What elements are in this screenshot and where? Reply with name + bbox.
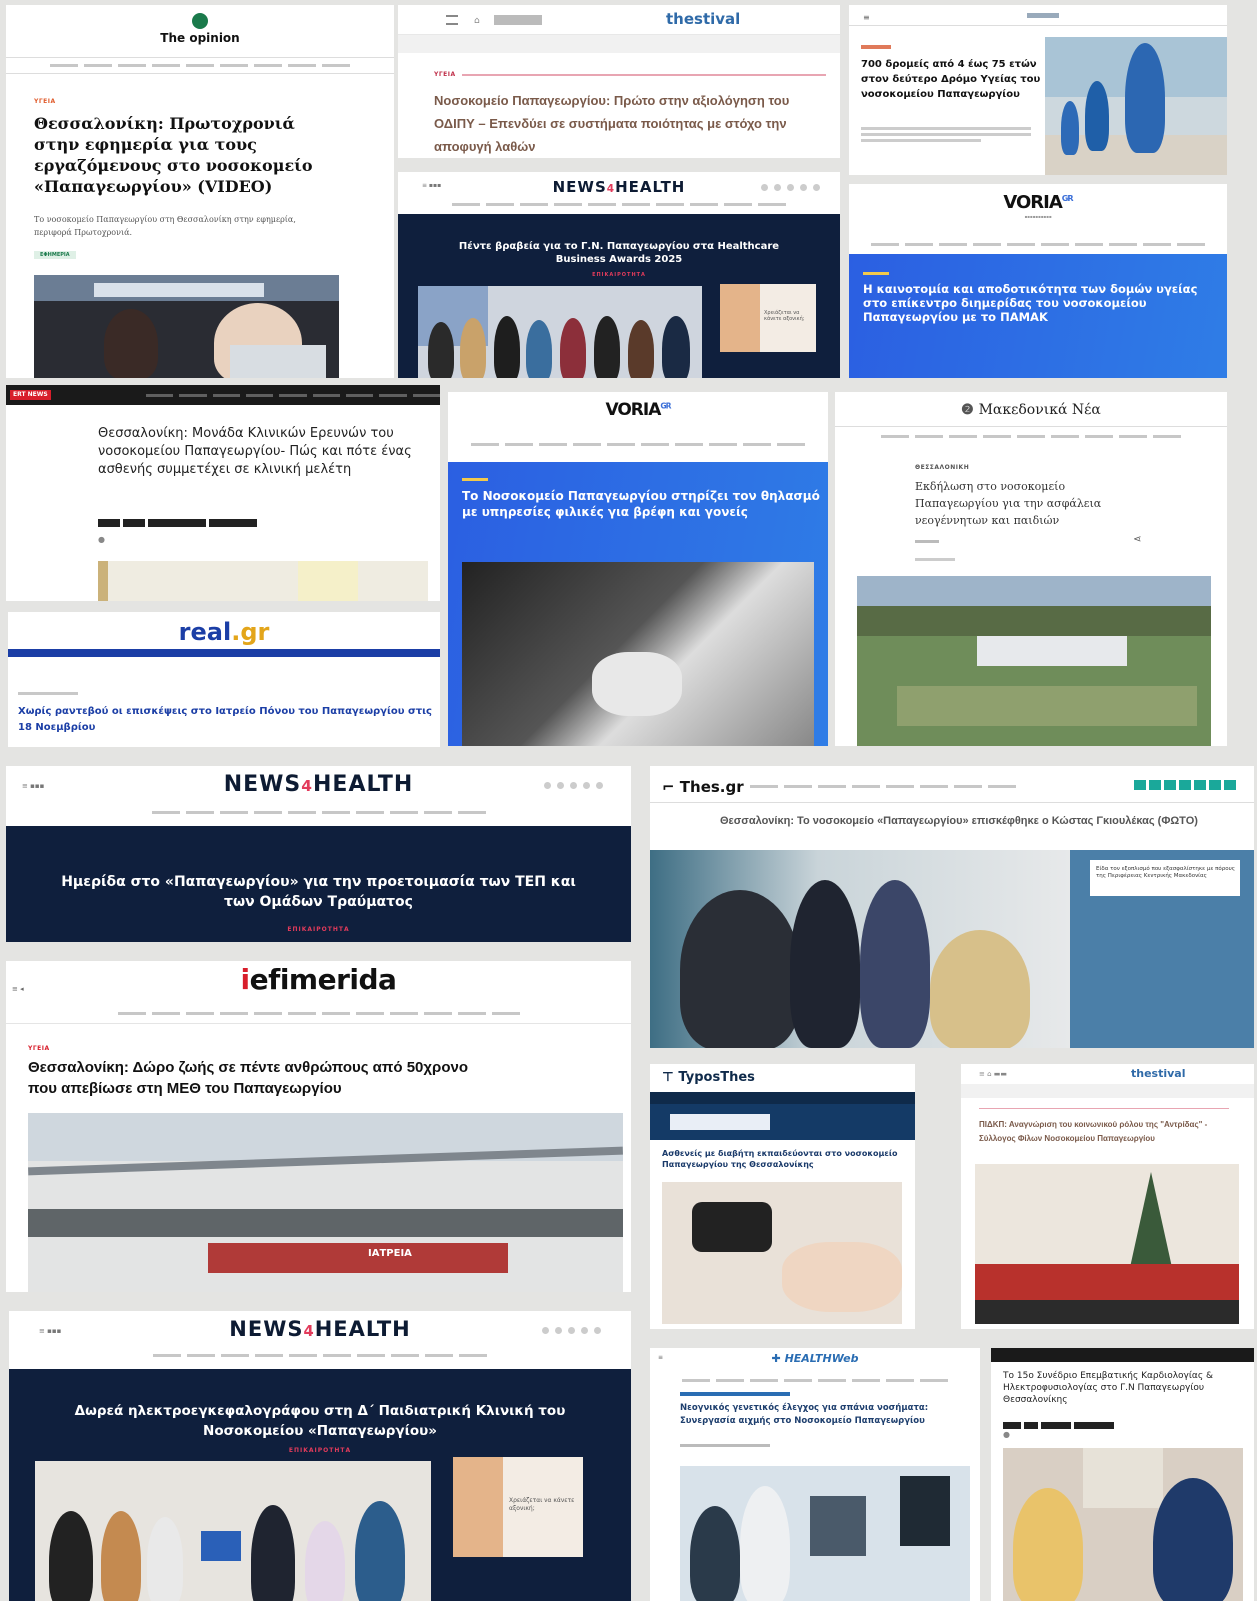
social-icons[interactable] bbox=[544, 782, 603, 789]
section-label: ΥΓΕΙΑ bbox=[28, 1045, 50, 1052]
caption: Είδα τον εξοπλισμό που εξασφαλίστηκε με … bbox=[1096, 866, 1236, 879]
thesgr-logo[interactable]: ⌐ Thes.gr bbox=[662, 778, 744, 796]
headline[interactable]: Η καινοτομία και αποδοτικότητα των δομών… bbox=[863, 282, 1219, 324]
iefimerida-logo[interactable]: iefimerida bbox=[6, 963, 631, 996]
news4health-logo[interactable]: NEWS4HEALTH bbox=[9, 1317, 631, 1341]
runners-card[interactable]: ≡ 700 δρομείς από 4 έως 75 ετών στον δεύ… bbox=[849, 5, 1227, 175]
social-icons[interactable] bbox=[542, 1327, 601, 1334]
headline[interactable]: Θεσσαλονίκη: Το νοσοκομείο «Παπαγεωργίου… bbox=[720, 814, 1240, 828]
tag-list[interactable] bbox=[98, 512, 260, 531]
headline[interactable]: Εκδήλωση στο νοσοκομείο Παπαγεωργίου για… bbox=[915, 478, 1145, 529]
tag-list[interactable] bbox=[1003, 1414, 1117, 1433]
voria-card-1[interactable]: VORIAGR ▪▪▪▪▪▪▪▪▪▪ Η καινοτομία και αποδ… bbox=[849, 184, 1227, 378]
awards-photo[interactable] bbox=[418, 286, 702, 378]
headline[interactable]: Θεσσαλονίκη: Πρωτοχρονιά στην εφημερία γ… bbox=[34, 113, 334, 197]
thestival-logo[interactable]: thestival bbox=[666, 10, 740, 28]
typosthes-logo-icon: ⊤ bbox=[662, 1070, 679, 1085]
theopinion-logo[interactable]: The opinion bbox=[6, 13, 394, 45]
hospital-entrance-photo[interactable]: ΙΑΤΡΕΙΑ bbox=[28, 1113, 623, 1292]
ad-banner[interactable]: Χρειάζεται να κάνετε αξονική; bbox=[453, 1457, 583, 1557]
headline[interactable]: Το 15ο Συνέδριο Επεμβατικής Καρδιολογίας… bbox=[1003, 1370, 1243, 1406]
headline[interactable]: Δωρεά ηλεκτροεγκεφαλογράφου στη Δ΄ Παιδι… bbox=[69, 1401, 571, 1441]
social-icons[interactable] bbox=[761, 184, 820, 191]
runners-photo[interactable] bbox=[1045, 37, 1227, 175]
healthweb-logo-icon: ✚ bbox=[771, 1352, 785, 1365]
headline[interactable]: Ημερίδα στο «Παπαγεωργίου» για την προετ… bbox=[46, 872, 591, 912]
breastfeeding-photo[interactable] bbox=[462, 562, 814, 746]
kicker: ΕΠΙΚΑΙΡΟΤΗΤΑ bbox=[288, 1447, 352, 1454]
news4health-card-3[interactable]: ≡ ▪▪▪ NEWS4HEALTH Δωρεά ηλεκτροεγκεφαλογ… bbox=[9, 1311, 631, 1601]
section-label: ΘΕΣΣΑΛΟΝΙΚΗ bbox=[915, 464, 970, 471]
realgr-logo[interactable]: real.gr bbox=[8, 618, 440, 646]
voria-logo[interactable]: VORIAGR bbox=[849, 192, 1227, 213]
menu-icon[interactable]: ≡ bbox=[863, 13, 870, 22]
headline[interactable]: Πέντε βραβεία για το Γ.Ν. Παπαγεωργίου σ… bbox=[438, 240, 800, 266]
news4health-card-2[interactable]: ≡ ▪▪▪ NEWS4HEALTH Ημερίδα στο «Παπαγεωργ… bbox=[6, 766, 631, 942]
visit-photo[interactable]: Είδα τον εξοπλισμό που εξασφαλίστηκε με … bbox=[650, 850, 1254, 1048]
summary: Το νοσοκομείο Παπαγεωργίου στη Θεσσαλονί… bbox=[34, 215, 296, 237]
social-icons[interactable] bbox=[1134, 780, 1236, 790]
typosthes-nav[interactable] bbox=[650, 1092, 915, 1104]
makedonika-card[interactable]: ❷ Μακεδονικά Νέα ΘΕΣΣΑΛΟΝΙΚΗ Εκδήλωση στ… bbox=[835, 392, 1227, 746]
realgr-nav[interactable] bbox=[8, 649, 440, 657]
glucose-meter-photo[interactable] bbox=[662, 1182, 902, 1324]
donation-photo[interactable] bbox=[35, 1461, 431, 1601]
author-icon: ● bbox=[98, 535, 105, 544]
hospital-aerial-photo[interactable] bbox=[857, 576, 1211, 746]
typosthes-card[interactable]: ⊤ TyposThes Ασθενείς με διαβήτη εκπαιδεύ… bbox=[650, 1064, 915, 1329]
clinic-photo[interactable] bbox=[98, 561, 428, 601]
kicker: ΕΠΙΚΑΙΡΟΤΗΤΑ bbox=[592, 272, 646, 278]
ertnews-card[interactable]: ERT NEWS Θεσσαλονίκη: Μονάδα Κλινικών Ερ… bbox=[6, 385, 440, 601]
cardio-congress-card[interactable]: Το 15ο Συνέδριο Επεμβατικής Καρδιολογίας… bbox=[991, 1348, 1254, 1601]
menu-icon[interactable] bbox=[446, 15, 458, 25]
realgr-card[interactable]: real.gr Χωρίς ραντεβού οι επισκέψεις στο… bbox=[8, 612, 440, 747]
video-still[interactable] bbox=[34, 275, 339, 378]
thesgr-card[interactable]: ⌐ Thes.gr Θεσσαλονίκη: Το νοσοκομείο «Πα… bbox=[650, 766, 1254, 1048]
headline[interactable]: Νοσοκομείο Παπαγεωργίου: Πρώτο στην αξιο… bbox=[434, 89, 814, 158]
headline[interactable]: 700 δρομείς από 4 έως 75 ετών στον δεύτε… bbox=[861, 57, 1041, 102]
makedonika-logo-icon: ❷ bbox=[961, 402, 979, 418]
news4health-logo[interactable]: NEWS4HEALTH bbox=[6, 772, 631, 797]
ad-banner[interactable]: Χρειάζεται να κάνετε αξονική; bbox=[720, 284, 816, 352]
site-nav[interactable] bbox=[991, 1348, 1254, 1362]
thestival-logo[interactable]: thestival bbox=[1131, 1067, 1186, 1080]
voria-logo[interactable]: VORIAGR bbox=[448, 400, 828, 420]
thesgr-logo-icon: ⌐ bbox=[662, 778, 680, 796]
healthweb-logo[interactable]: ✚ HEALTHWeb bbox=[650, 1352, 980, 1365]
headline[interactable]: Το Νοσοκομείο Παπαγεωργίου στηρίζει τον … bbox=[462, 488, 822, 520]
thestival-card-1[interactable]: ⌂ thestival ΥΓΕΙΑ Νοσοκομείο Παπαγεωργίο… bbox=[398, 5, 840, 158]
theopinion-card[interactable]: The opinion ΥΓΕΙΑ Θεσσαλονίκη: Πρωτοχρον… bbox=[6, 5, 394, 378]
lab-photo[interactable] bbox=[680, 1466, 970, 1601]
christmas-group-photo[interactable] bbox=[975, 1164, 1239, 1324]
section-label: ΥΓΕΙΑ bbox=[434, 71, 456, 78]
kicker: ΕΠΙΚΑΙΡΟΤΗΤΑ bbox=[287, 926, 350, 933]
theopinion-logo-icon bbox=[192, 13, 208, 29]
healthweb-card[interactable]: ≡ ✚ HEALTHWeb Νεογνικός γενετικός έλεγχο… bbox=[650, 1348, 980, 1601]
theopinion-nav[interactable] bbox=[6, 61, 394, 70]
section-label: ΥΓΕΙΑ bbox=[34, 98, 56, 105]
ertnews-logo[interactable]: ERT NEWS bbox=[10, 390, 51, 400]
makedonika-logo[interactable]: ❷ Μακεδονικά Νέα bbox=[835, 402, 1227, 418]
author-icon: ● bbox=[1003, 1430, 1010, 1439]
voria-card-2[interactable]: VORIAGR Το Νοσοκομείο Παπαγεωργίου στηρί… bbox=[448, 392, 828, 746]
menu-icon[interactable]: ≡ ⌂ ▬▬ bbox=[979, 1070, 1007, 1078]
iefimerida-card[interactable]: ≡ ◂ iefimerida ΥΓΕΙΑ Θεσσαλονίκη: Δώρο ζ… bbox=[6, 961, 631, 1292]
headline[interactable]: Θεσσαλονίκη: Δώρο ζωής σε πέντε ανθρώπου… bbox=[28, 1057, 488, 1099]
headline[interactable]: Νεογνικός γενετικός έλεγχος για σπάνια ν… bbox=[680, 1402, 960, 1428]
typosthes-logo[interactable]: ⊤ TyposThes bbox=[662, 1070, 755, 1085]
interview-photo[interactable] bbox=[1003, 1448, 1243, 1601]
news4health-card-1[interactable]: ≡ ▪▪▪ NEWS4HEALTH Πέντε βραβεία για το Γ… bbox=[398, 172, 840, 378]
tag-badge[interactable]: ΕΦΗΜΕΡΙΑ bbox=[34, 251, 76, 259]
headline[interactable]: Ασθενείς με διαβήτη εκπαιδεύονται στο νο… bbox=[662, 1148, 906, 1170]
headline[interactable]: Θεσσαλονίκη: Μονάδα Κλινικών Ερευνών του… bbox=[98, 425, 428, 479]
thestival-card-2[interactable]: ≡ ⌂ ▬▬ thestival ΠΙΔΚΠ: Αναγνώριση του κ… bbox=[961, 1064, 1254, 1329]
headline[interactable]: Χωρίς ραντεβού οι επισκέψεις στο Ιατρείο… bbox=[18, 704, 436, 736]
headline[interactable]: ΠΙΔΚΠ: Αναγνώριση του κοινωνικού ρόλου τ… bbox=[979, 1118, 1239, 1146]
share-icon[interactable]: ⋖ bbox=[1133, 534, 1141, 545]
home-icon[interactable]: ⌂ bbox=[474, 16, 480, 26]
